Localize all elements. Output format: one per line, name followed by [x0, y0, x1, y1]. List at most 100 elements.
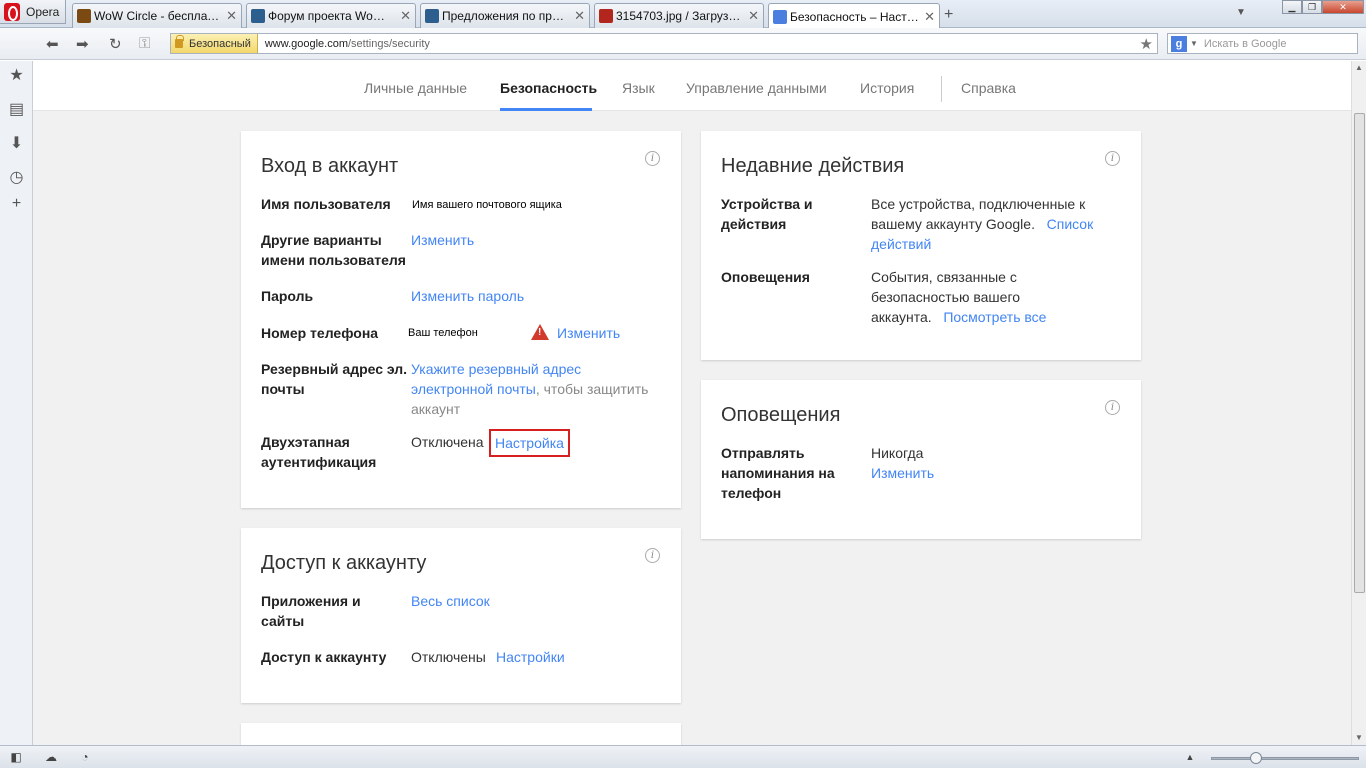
close-tab-icon[interactable]: ✕: [400, 8, 411, 24]
nav-divider: [941, 76, 942, 102]
remind-change-link[interactable]: Изменить: [871, 463, 934, 483]
forward-arrow-icon[interactable]: ➡: [76, 35, 89, 53]
url-text[interactable]: www.google.com/settings/security: [258, 38, 430, 50]
close-tab-icon[interactable]: ✕: [574, 8, 585, 24]
alerts-text-line2: безопасностью вашего: [871, 289, 1021, 305]
forum-icon: [425, 9, 439, 23]
change-password-link[interactable]: Изменить пароль: [411, 286, 524, 306]
backup-email-link-line2[interactable]: электронной почты: [411, 381, 536, 397]
downloads-icon[interactable]: ⬇: [8, 135, 25, 152]
tab-history[interactable]: История: [860, 80, 914, 96]
tab-personal-info[interactable]: Личные данные: [364, 80, 467, 96]
view-all-link[interactable]: Посмотреть все: [943, 309, 1046, 325]
alerts-text-line3: аккаунта. Посмотреть все: [871, 309, 1047, 325]
phone-label: Номер телефона: [261, 325, 379, 341]
remind-label-line2: напоминания на: [721, 465, 835, 481]
tab-language[interactable]: Язык: [622, 80, 655, 96]
notes-icon[interactable]: ▤: [8, 101, 25, 118]
username-value: Имя вашего почтового ящика: [412, 199, 562, 211]
restore-icon[interactable]: ❐: [1302, 0, 1322, 14]
backup-email-link-line1[interactable]: Укажите резервный адрес: [411, 359, 581, 379]
reload-icon[interactable]: ↻: [109, 35, 122, 53]
opera-unite-cloud-icon[interactable]: ☁: [44, 750, 58, 764]
change-phone-link[interactable]: Изменить: [557, 323, 620, 343]
zoom-slider-knob[interactable]: [1250, 752, 1262, 764]
tab-wow-circle[interactable]: WoW Circle - бесплатны... ✕: [72, 3, 242, 28]
alerts-label: Оповещения: [721, 269, 810, 285]
username-label: Имя пользователя: [261, 196, 391, 212]
turbo-gauge-icon[interactable]: ◔: [78, 750, 92, 764]
active-tab-underline: [500, 108, 592, 111]
view-up-arrow-icon[interactable]: ▲: [1183, 750, 1197, 764]
backup-email-hint: , чтобы защитить: [535, 381, 649, 397]
panel-toggle-icon[interactable]: ◧: [9, 750, 23, 764]
chevron-down-icon[interactable]: ▼: [1190, 39, 1198, 48]
info-icon[interactable]: i: [1105, 151, 1120, 166]
close-tab-icon[interactable]: ✕: [226, 8, 237, 24]
access-label: Доступ к аккаунту: [261, 649, 387, 665]
google-icon: [773, 9, 787, 24]
page-content: Личные данные Безопасность Язык Управлен…: [33, 61, 1351, 745]
signin-card: Вход в аккаунт i Имя пользователя Имя ва…: [241, 131, 681, 508]
close-tab-icon[interactable]: ✕: [924, 9, 935, 25]
bookmarks-star-icon[interactable]: ★: [8, 67, 25, 84]
recent-activity-card: Недавние действия i Устройства и действи…: [701, 131, 1141, 360]
tab-google-security[interactable]: Безопасность – Настро... ✕: [768, 3, 940, 29]
vertical-scrollbar[interactable]: ▲ ▼: [1351, 61, 1366, 745]
scroll-down-arrow-icon[interactable]: ▼: [1355, 733, 1363, 742]
security-badge[interactable]: Безопасный: [171, 34, 258, 53]
scrollbar-thumb[interactable]: [1354, 113, 1365, 593]
zoom-slider[interactable]: [1211, 752, 1359, 764]
tab-forum[interactable]: Форум проекта WoW Ci... ✕: [246, 3, 416, 28]
two-step-label-line2: аутентификация: [261, 454, 377, 470]
browser-tab-bar: Opera WoW Circle - бесплатны... ✕ Форум …: [0, 0, 1366, 29]
opera-menu-label: Opera: [26, 4, 60, 19]
tab-data-tools[interactable]: Управление данными: [686, 80, 827, 96]
backup-email-hint-line2: аккаунт: [411, 401, 461, 417]
account-access-card: Доступ к аккаунту i Приложения и сайты В…: [241, 528, 681, 703]
devices-text-line1: Все устройства, подключенные к: [871, 196, 1086, 212]
close-window-icon[interactable]: ✕: [1322, 0, 1364, 14]
remind-label-line1: Отправлять: [721, 445, 805, 461]
new-tab-plus-icon[interactable]: +: [944, 6, 953, 24]
tab-help[interactable]: Справка: [961, 80, 1016, 96]
tab-image-upload[interactable]: 3154703.jpg / Загрузка ... ✕: [594, 3, 764, 28]
search-input[interactable]: g ▼ Искать в Google: [1167, 33, 1358, 54]
phone-value: Ваш телефон: [408, 327, 478, 339]
apps-list-link[interactable]: Весь список: [411, 591, 490, 611]
info-icon[interactable]: i: [645, 151, 660, 166]
history-clock-icon[interactable]: ◷: [8, 169, 25, 186]
tab-security[interactable]: Безопасность: [500, 80, 597, 96]
two-step-setup-link[interactable]: Настройка: [489, 429, 570, 457]
activity-list-link[interactable]: Список: [1047, 216, 1094, 232]
info-icon[interactable]: i: [645, 548, 660, 563]
alt-names-change-link[interactable]: Изменить: [411, 230, 474, 250]
activity-list-link-line2[interactable]: действий: [871, 234, 931, 254]
alerts-text-line1: События, связанные с: [871, 269, 1017, 285]
tab-suggestions[interactable]: Предложения по проек... ✕: [420, 3, 590, 28]
opera-menu-button[interactable]: Opera: [0, 0, 66, 24]
warning-icon: [531, 324, 549, 340]
image-host-icon: [599, 9, 613, 23]
bookmark-star-icon[interactable]: ★: [1140, 35, 1153, 53]
google-search-engine-icon[interactable]: g: [1171, 35, 1187, 52]
recent-activity-card-title: Недавние действия: [721, 155, 905, 177]
key-icon[interactable]: ⚿: [139, 35, 150, 52]
minimize-icon[interactable]: ▁: [1282, 0, 1302, 14]
close-tab-icon[interactable]: ✕: [748, 8, 759, 24]
back-arrow-icon[interactable]: ⬅: [46, 35, 59, 53]
scroll-up-arrow-icon[interactable]: ▲: [1355, 63, 1363, 72]
access-settings-link[interactable]: Настройки: [496, 647, 565, 667]
lock-icon: [175, 35, 184, 48]
devices-label-line1: Устройства и: [721, 196, 813, 212]
tab-list-chevron-down-icon[interactable]: ▼: [1236, 7, 1246, 18]
browser-side-panel: ★ ▤ ⬇ ◷ +: [0, 61, 33, 745]
signin-card-title: Вход в аккаунт: [261, 155, 399, 177]
address-field[interactable]: Безопасный www.google.com/settings/secur…: [170, 33, 1158, 54]
search-placeholder: Искать в Google: [1203, 37, 1287, 50]
info-icon[interactable]: i: [1105, 400, 1120, 415]
notifications-card: Оповещения i Отправлять напоминания на т…: [701, 380, 1141, 539]
add-panel-plus-icon[interactable]: +: [8, 195, 25, 212]
backup-email-line2: электронной почты, чтобы защитить: [411, 379, 648, 399]
account-access-card-title: Доступ к аккаунту: [261, 552, 427, 574]
